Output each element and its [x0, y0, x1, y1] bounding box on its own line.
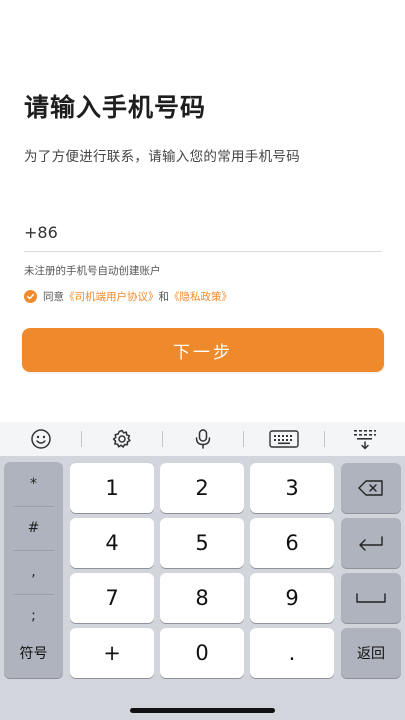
numeric-keyboard: * # , ; 1 2 3 4 5 6 7 8 9 符号 + 0 . 返回 [0, 422, 405, 720]
phone-field[interactable]: +86 [24, 214, 382, 252]
enter-icon [359, 536, 383, 551]
agreement-prefix: 同意 [43, 291, 64, 303]
agreement-row: 同意 《司机端用户协议》 和 《隐私政策》 [24, 289, 232, 304]
symbol-key[interactable]: # [4, 506, 63, 550]
symbols-key[interactable]: 符号 [4, 628, 63, 678]
digit-key-0[interactable]: 0 [160, 628, 244, 678]
plus-key[interactable]: + [70, 628, 154, 678]
phone-input[interactable] [71, 223, 382, 242]
dot-key[interactable]: . [250, 628, 334, 678]
agreement-and: 和 [158, 291, 170, 303]
enter-key[interactable] [341, 518, 401, 568]
digit-key-2[interactable]: 2 [160, 463, 244, 513]
page-subtitle: 为了方便进行联系，请输入您的常用手机号码 [24, 149, 300, 165]
digit-key-9[interactable]: 9 [250, 573, 334, 623]
microphone-icon[interactable] [162, 422, 243, 456]
user-agreement-link[interactable]: 《司机端用户协议》 [64, 289, 159, 304]
collapse-keyboard-icon[interactable] [324, 422, 405, 456]
keyboard-toolbar [0, 422, 405, 456]
backspace-key[interactable] [341, 463, 401, 513]
agreement-checkbox[interactable] [24, 290, 37, 303]
privacy-policy-link[interactable]: 《隐私政策》 [169, 289, 232, 304]
digit-key-7[interactable]: 7 [70, 573, 154, 623]
symbol-column[interactable]: * # , ; [4, 462, 63, 638]
digit-key-8[interactable]: 8 [160, 573, 244, 623]
keyboard-icon[interactable] [243, 422, 324, 456]
auto-register-hint: 未注册的手机号自动创建账户 [24, 265, 161, 277]
digit-key-1[interactable]: 1 [70, 463, 154, 513]
digit-key-3[interactable]: 3 [250, 463, 334, 513]
digit-key-5[interactable]: 5 [160, 518, 244, 568]
emoji-icon[interactable] [0, 422, 81, 456]
home-indicator[interactable] [130, 708, 275, 713]
symbol-key[interactable]: , [4, 550, 63, 594]
page-title: 请输入手机号码 [24, 93, 207, 122]
symbol-key[interactable]: * [4, 462, 63, 506]
return-key[interactable]: 返回 [341, 628, 401, 678]
backspace-icon [358, 480, 383, 496]
digit-key-6[interactable]: 6 [250, 518, 334, 568]
space-key[interactable] [341, 573, 401, 623]
next-button[interactable]: 下一步 [22, 328, 384, 372]
gear-icon[interactable] [81, 422, 162, 456]
space-icon [356, 593, 386, 603]
digit-key-4[interactable]: 4 [70, 518, 154, 568]
country-code[interactable]: +86 [24, 223, 58, 242]
check-icon [27, 293, 35, 300]
